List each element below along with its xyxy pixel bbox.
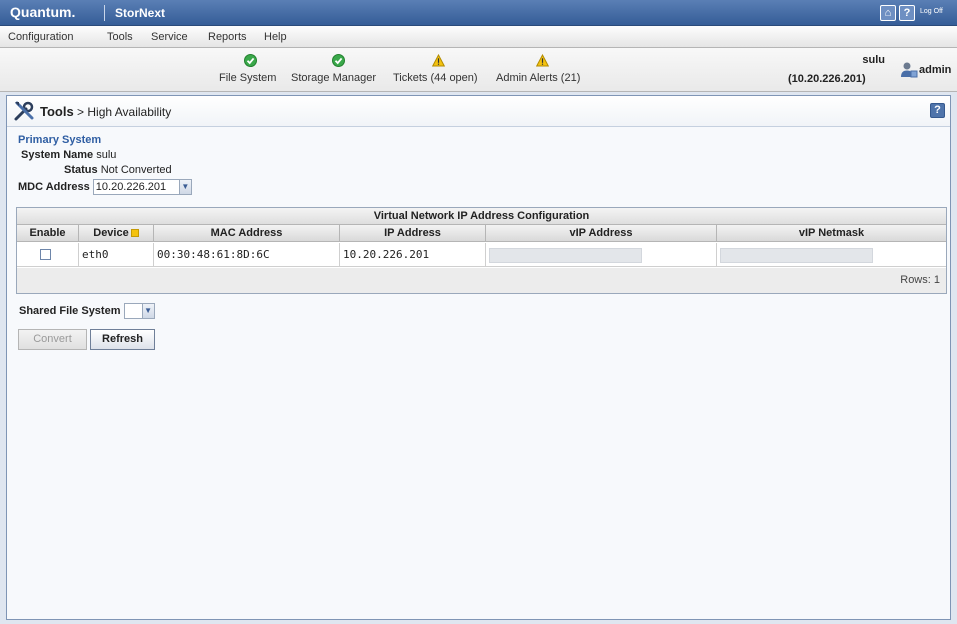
status-file-system[interactable]: File System <box>219 72 276 84</box>
tools-icon <box>14 101 34 121</box>
home-icon[interactable]: ⌂ <box>880 5 896 21</box>
cell-vip-netmask <box>717 243 946 267</box>
vip-config-table: Virtual Network IP Address Configuration… <box>16 207 947 294</box>
breadcrumb: Tools > High Availability <box>40 104 171 119</box>
content-panel: Tools > High Availability ? Primary Syst… <box>6 95 951 620</box>
shared-file-system-label: Shared File System <box>19 304 121 317</box>
menu-bar: Configuration Tools Service Reports Help <box>0 26 957 48</box>
cell-ip-address: 10.20.226.201 <box>340 243 486 267</box>
vip-netmask-input[interactable] <box>720 248 873 263</box>
breadcrumb-section[interactable]: Tools <box>40 104 74 119</box>
table-row: eth0 00:30:48:61:8D:6C 10.20.226.201 <box>17 243 946 267</box>
page-header: Tools > High Availability ? <box>7 96 950 127</box>
host-name: sulu <box>862 54 885 66</box>
cell-device: eth0 <box>79 243 154 267</box>
col-mac-address[interactable]: MAC Address <box>154 225 340 242</box>
check-ok-icon <box>244 54 257 67</box>
cell-mac-address: 00:30:48:61:8D:6C <box>154 243 340 267</box>
chevron-down-icon[interactable]: ▼ <box>178 180 191 194</box>
rows-count: Rows: 1 <box>900 274 940 286</box>
status-storage-manager[interactable]: Storage Manager <box>291 72 376 84</box>
table-footer: Rows: 1 <box>17 268 946 293</box>
col-device[interactable]: Device <box>79 225 154 242</box>
menu-service[interactable]: Service <box>151 31 188 43</box>
menu-help[interactable]: Help <box>264 31 287 43</box>
col-device-label: Device <box>93 227 129 239</box>
mdc-address-value: 10.20.226.201 <box>95 181 167 193</box>
col-vip-netmask[interactable]: vIP Netmask <box>717 225 946 242</box>
col-ip-address[interactable]: IP Address <box>340 225 486 242</box>
system-name-row: System Name sulu <box>21 149 116 161</box>
mdc-address-row: MDC Address 10.20.226.201 ▼ <box>18 179 192 195</box>
status-row: Status Not Converted <box>64 164 172 176</box>
cell-vip-address <box>486 243 717 267</box>
menu-configuration[interactable]: Configuration <box>8 31 73 43</box>
check-ok-icon <box>332 54 345 67</box>
col-enable[interactable]: Enable <box>17 225 79 242</box>
help-icon[interactable]: ? <box>899 5 915 21</box>
status-bar: File System Storage Manager Tickets (44 … <box>0 48 957 92</box>
host-ip: (10.20.226.201) <box>788 73 866 85</box>
warning-icon <box>536 54 549 67</box>
primary-system-title: Primary System <box>18 134 102 146</box>
mdc-address-select[interactable]: 10.20.226.201 ▼ <box>92 179 192 195</box>
status-tickets[interactable]: Tickets (44 open) <box>393 72 478 84</box>
product-name: StorNext <box>115 6 166 20</box>
chevron-down-icon[interactable]: ▼ <box>141 304 154 318</box>
refresh-button[interactable]: Refresh <box>90 329 155 350</box>
warning-icon <box>432 54 445 67</box>
table-title: Virtual Network IP Address Configuration <box>17 208 946 225</box>
convert-button[interactable]: Convert <box>18 329 87 350</box>
col-vip-address[interactable]: vIP Address <box>486 225 717 242</box>
logoff-link[interactable]: Log Off <box>920 8 943 15</box>
shared-file-system-row: Shared File System ▼ <box>19 303 155 319</box>
mdc-address-label: MDC Address <box>18 180 90 193</box>
status-label: Status <box>64 164 98 176</box>
system-name-label: System Name <box>21 149 94 161</box>
system-name-value: sulu <box>96 149 117 161</box>
status-value: Not Converted <box>100 164 172 176</box>
enable-checkbox[interactable] <box>40 249 51 260</box>
status-admin-alerts[interactable]: Admin Alerts (21) <box>496 72 580 84</box>
breadcrumb-current: > High Availability <box>73 105 172 119</box>
page-help-icon[interactable]: ? <box>930 103 945 118</box>
user-name[interactable]: admin <box>919 64 951 76</box>
table-header: Enable Device MAC Address IP Address vIP… <box>17 225 946 242</box>
menu-tools[interactable]: Tools <box>107 31 133 43</box>
vip-address-input[interactable] <box>489 248 642 263</box>
shared-file-system-select[interactable]: ▼ <box>123 303 155 319</box>
brand-separator <box>104 5 105 21</box>
user-icon <box>901 62 918 78</box>
cell-enable <box>17 243 79 267</box>
brand-logo: Quantum. <box>10 4 76 20</box>
title-bar: Quantum. StorNext ⌂ ? Log Off <box>0 0 957 26</box>
menu-reports[interactable]: Reports <box>208 31 247 43</box>
sort-ascending-icon[interactable] <box>130 229 139 238</box>
